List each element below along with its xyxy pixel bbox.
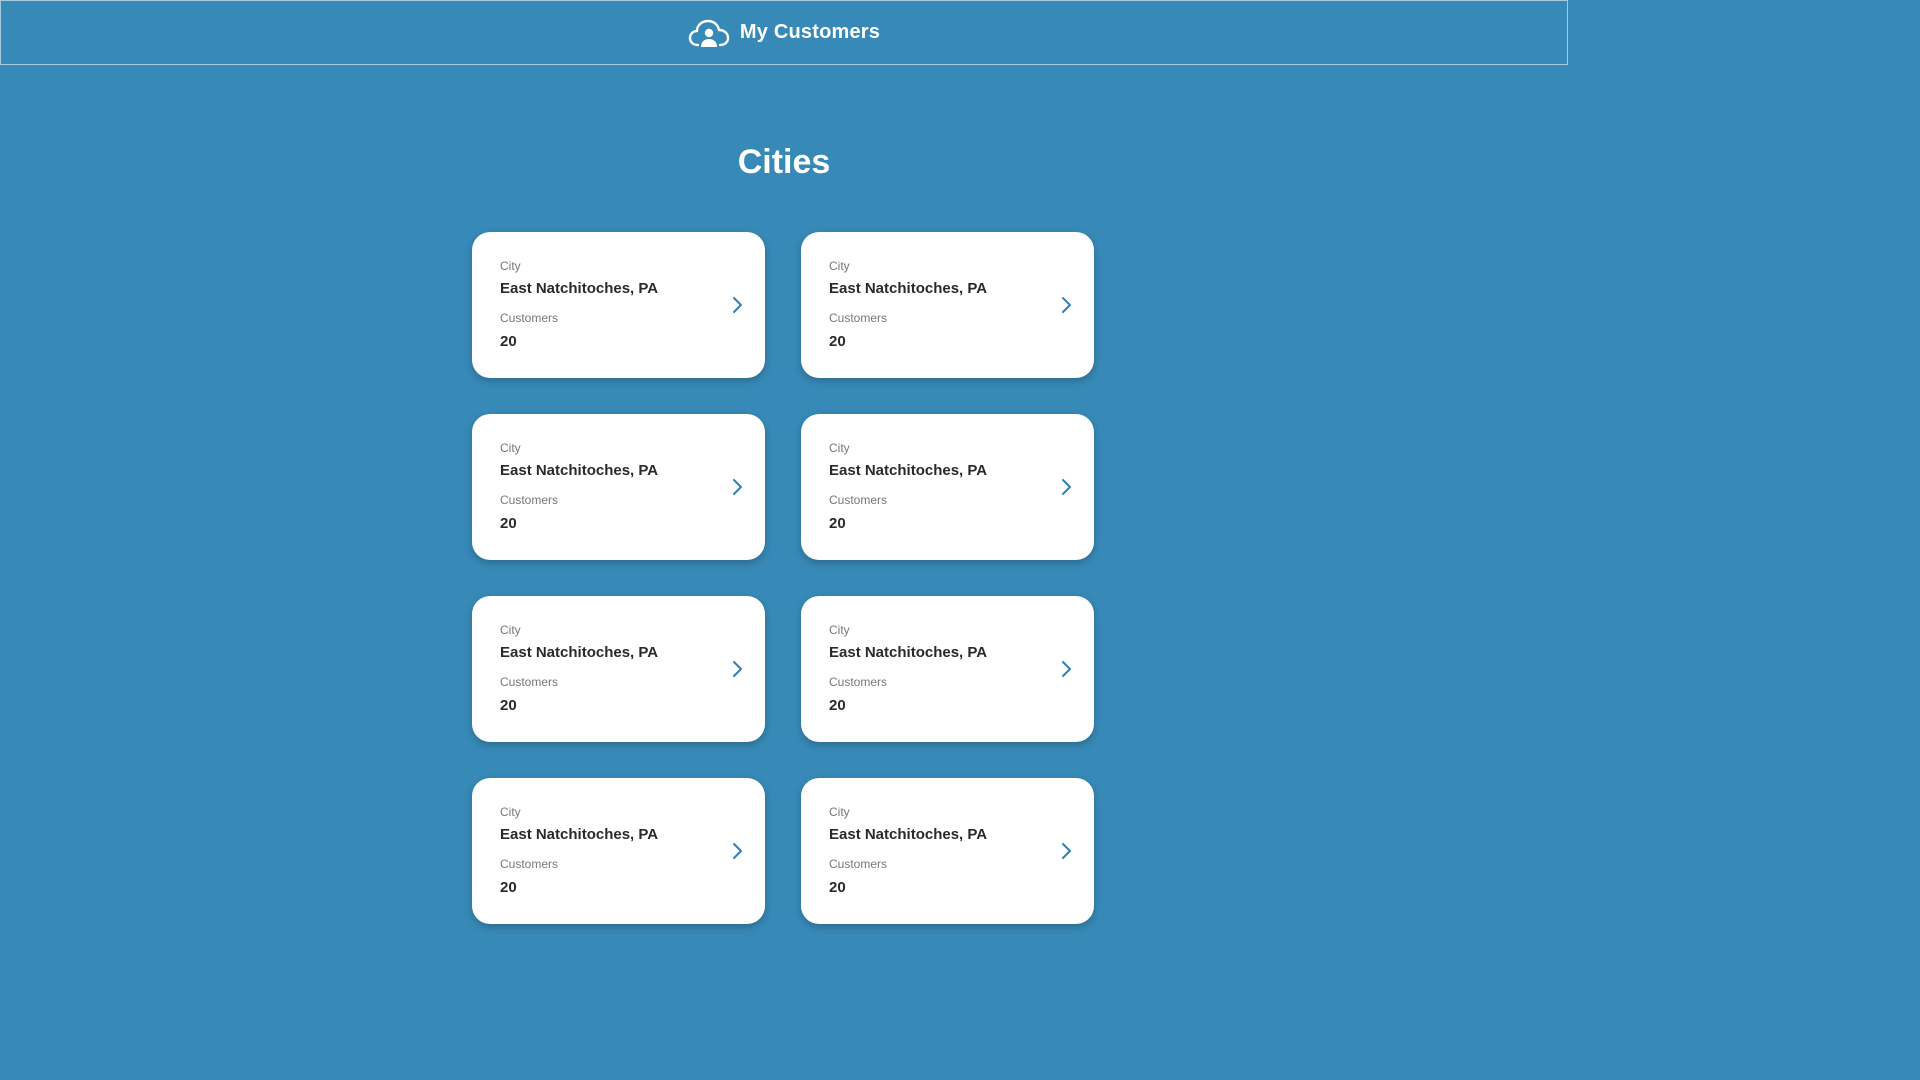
city-card[interactable]: City East Natchitoches, PA Customers 20 — [801, 778, 1094, 924]
chevron-right-icon[interactable] — [1060, 478, 1072, 496]
city-card[interactable]: City East Natchitoches, PA Customers 20 — [801, 414, 1094, 560]
customers-label: Customers — [829, 857, 888, 871]
chevron-right-icon[interactable] — [731, 842, 743, 860]
city-label: City — [500, 259, 521, 273]
city-name: East Natchitoches, PA — [500, 462, 659, 479]
city-name: East Natchitoches, PA — [829, 826, 988, 843]
app-name: My Customers — [739, 21, 881, 43]
city-name: East Natchitoches, PA — [500, 826, 659, 843]
city-name: East Natchitoches, PA — [829, 280, 988, 297]
city-label: City — [829, 259, 850, 273]
city-label: City — [829, 805, 850, 819]
chevron-right-icon[interactable] — [1060, 842, 1072, 860]
cloud-user-icon — [688, 19, 730, 47]
top-navbar: My Customers — [0, 0, 1568, 65]
brand-link[interactable]: My Customers — [688, 18, 880, 48]
chevron-right-icon[interactable] — [731, 296, 743, 314]
city-label: City — [829, 623, 850, 637]
city-card[interactable]: City East Natchitoches, PA Customers 20 — [472, 596, 765, 742]
city-name: East Natchitoches, PA — [500, 644, 659, 661]
customers-label: Customers — [500, 493, 559, 507]
chevron-right-icon[interactable] — [1060, 660, 1072, 678]
city-card[interactable]: City East Natchitoches, PA Customers 20 — [801, 596, 1094, 742]
customers-label: Customers — [500, 675, 559, 689]
city-label: City — [500, 441, 521, 455]
customers-count: 20 — [829, 697, 846, 714]
city-name: East Natchitoches, PA — [829, 644, 988, 661]
customers-count: 20 — [829, 515, 846, 532]
city-name: East Natchitoches, PA — [500, 280, 659, 297]
customers-label: Customers — [829, 675, 888, 689]
city-card-grid: City East Natchitoches, PA Customers 20 … — [472, 232, 1094, 924]
customers-count: 20 — [500, 333, 517, 350]
customers-count: 20 — [829, 333, 846, 350]
city-name: East Natchitoches, PA — [829, 462, 988, 479]
customers-count: 20 — [500, 515, 517, 532]
city-label: City — [500, 623, 521, 637]
customers-label: Customers — [829, 311, 888, 325]
customers-count: 20 — [829, 879, 846, 896]
city-label: City — [500, 805, 521, 819]
customers-label: Customers — [829, 493, 888, 507]
city-card[interactable]: City East Natchitoches, PA Customers 20 — [472, 414, 765, 560]
customers-label: Customers — [500, 857, 559, 871]
chevron-right-icon[interactable] — [1060, 296, 1072, 314]
chevron-right-icon[interactable] — [731, 478, 743, 496]
city-label: City — [829, 441, 850, 455]
customers-count: 20 — [500, 879, 517, 896]
city-card[interactable]: City East Natchitoches, PA Customers 20 — [472, 232, 765, 378]
customers-count: 20 — [500, 697, 517, 714]
city-card[interactable]: City East Natchitoches, PA Customers 20 — [472, 778, 765, 924]
customers-label: Customers — [500, 311, 559, 325]
chevron-right-icon[interactable] — [731, 660, 743, 678]
city-card[interactable]: City East Natchitoches, PA Customers 20 — [801, 232, 1094, 378]
page-title: Cities — [737, 143, 831, 181]
